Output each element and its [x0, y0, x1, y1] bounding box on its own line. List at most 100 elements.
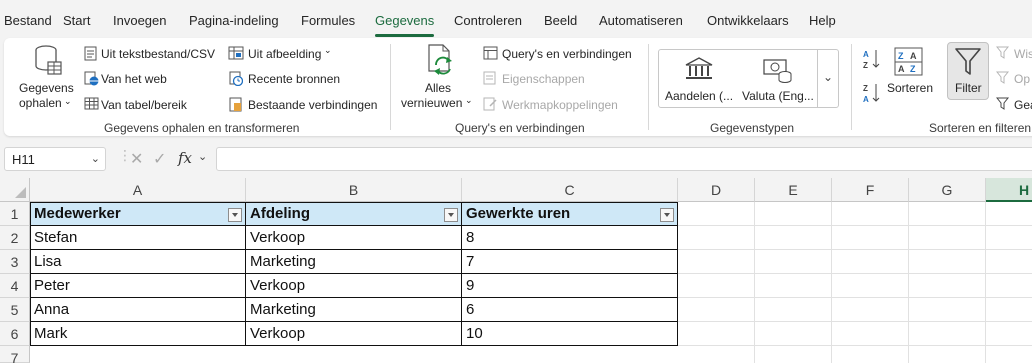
stocks-data-type-button[interactable]: Aandelen (... — [665, 89, 733, 103]
tab-formules[interactable]: Formules — [301, 13, 355, 28]
workbook-links-button[interactable]: Werkmapkoppelingen — [502, 98, 618, 112]
row-header-4[interactable]: 4 — [0, 274, 30, 298]
from-web-button[interactable]: Van het web — [101, 72, 167, 86]
table-cell[interactable]: 10 — [462, 322, 483, 346]
tab-help[interactable]: Help — [809, 13, 836, 28]
column-header-g[interactable]: G — [909, 178, 986, 202]
row-header-5[interactable]: 5 — [0, 298, 30, 322]
table-cell[interactable]: Marketing — [246, 250, 316, 274]
enter-check-icon[interactable]: ✓ — [153, 149, 166, 169]
table-cell[interactable]: Verkoop — [246, 322, 305, 346]
column-header-h[interactable]: H — [986, 178, 1032, 202]
get-data-button-label-1[interactable]: Gegevens — [19, 81, 74, 95]
insert-function-button[interactable]: fx — [178, 149, 192, 167]
excel-window: { "menu": { "tabs": ["Bestand", "Start",… — [0, 0, 1032, 363]
get-transform-group-label: Gegevens ophalen en transformeren — [104, 121, 300, 135]
ribbon: Gegevens ophalen ⌄ Uit tekstbestand/CSV … — [4, 38, 1032, 136]
formula-buttons: ⋮ ✕ ✓ fx ⌄ — [118, 147, 214, 171]
name-box[interactable]: H11 ⌄ — [4, 147, 106, 171]
svg-text:A: A — [910, 51, 917, 61]
properties-icon — [483, 71, 497, 85]
column-header-a[interactable]: A — [30, 178, 246, 202]
existing-connections-button[interactable]: Bestaande verbindingen — [248, 98, 377, 112]
tab-beeld[interactable]: Beeld — [544, 13, 577, 28]
recent-sources-button[interactable]: Recente bronnen — [248, 72, 340, 86]
gallery-expand-button[interactable]: ⌄ — [817, 50, 838, 107]
row-header-2[interactable]: 2 — [0, 226, 30, 250]
reapply-filter-button[interactable]: Op — [1014, 72, 1030, 86]
tab-pagina-indeling[interactable]: Pagina-indeling — [189, 13, 279, 28]
select-all-corner[interactable] — [0, 178, 30, 202]
table-cell[interactable]: 7 — [462, 250, 474, 274]
tab-automatiseren[interactable]: Automatiseren — [599, 13, 683, 28]
queries-group-label: Query's en verbindingen — [455, 121, 585, 135]
advanced-filter-icon — [996, 97, 1010, 110]
existing-connections-icon — [229, 97, 243, 112]
svg-text:A: A — [898, 64, 905, 74]
refresh-all-label-2[interactable]: vernieuwen — [401, 96, 462, 110]
table-border — [30, 249, 678, 250]
table-cell[interactable]: 9 — [462, 274, 474, 298]
row-header-6[interactable]: 6 — [0, 322, 30, 346]
table-cell[interactable]: 8 — [462, 226, 474, 250]
get-data-button-label-2[interactable]: ophalen — [19, 96, 62, 110]
table-cell[interactable]: Peter — [30, 274, 70, 298]
table-header-cell[interactable]: Medewerker — [30, 202, 246, 226]
currencies-data-type-button[interactable]: Valuta (Eng... — [742, 89, 814, 103]
ribbon-separator — [851, 44, 852, 130]
sort-z-a-icon[interactable]: ZA — [862, 82, 882, 104]
from-table-range-button[interactable]: Van tabel/bereik — [101, 98, 187, 112]
table-cell[interactable]: Verkoop — [246, 226, 305, 250]
sort-a-z-icon[interactable]: AZ — [862, 48, 882, 70]
refresh-all-label-1[interactable]: Alles — [425, 81, 451, 95]
table-border — [30, 321, 678, 322]
tab-gegevens[interactable]: Gegevens — [375, 13, 435, 37]
column-header-d[interactable]: D — [678, 178, 755, 202]
table-cell[interactable]: Marketing — [246, 298, 316, 322]
table-cell[interactable]: 6 — [462, 298, 474, 322]
svg-text:Z: Z — [863, 61, 868, 70]
filter-button-label: Filter — [955, 81, 982, 95]
clear-filter-button[interactable]: Wis — [1014, 47, 1032, 61]
formula-input[interactable] — [216, 147, 1032, 171]
from-picture-button[interactable]: Uit afbeelding — [248, 47, 321, 61]
tab-ontwikkelaars[interactable]: Ontwikkelaars — [707, 13, 789, 28]
table-header-cell[interactable]: Afdeling — [246, 202, 462, 226]
advanced-filter-button[interactable]: Gea — [1014, 98, 1032, 112]
table-cell[interactable]: Verkoop — [246, 274, 305, 298]
sort-button[interactable]: Sorteren — [887, 81, 933, 95]
gridline — [908, 202, 909, 363]
properties-button[interactable]: Eigenschappen — [502, 72, 585, 86]
column-header-b[interactable]: B — [246, 178, 462, 202]
table-border — [30, 225, 678, 226]
table-cell[interactable]: Mark — [30, 322, 67, 346]
filter-dropdown-icon[interactable] — [444, 208, 458, 222]
tab-bestand[interactable]: Bestand — [4, 13, 52, 28]
table-cell[interactable]: Stefan — [30, 226, 77, 250]
chevron-down-icon[interactable]: ⌄ — [198, 150, 207, 163]
row-header-3[interactable]: 3 — [0, 250, 30, 274]
table-border — [30, 297, 678, 298]
name-box-value: H11 — [12, 152, 35, 167]
table-cell[interactable]: Lisa — [30, 250, 62, 274]
cancel-icon[interactable]: ✕ — [130, 149, 143, 169]
svg-text:A: A — [863, 50, 869, 59]
tab-start[interactable]: Start — [63, 13, 90, 28]
column-header-e[interactable]: E — [755, 178, 832, 202]
tab-controleren[interactable]: Controleren — [454, 13, 522, 28]
column-header-c[interactable]: C — [462, 178, 678, 202]
table-header-cell[interactable]: Gewerkte uren — [462, 202, 678, 226]
tab-invoegen[interactable]: Invoegen — [113, 13, 167, 28]
gridline — [30, 345, 1032, 346]
clear-filter-icon — [996, 46, 1010, 59]
from-text-csv-button[interactable]: Uit tekstbestand/CSV — [101, 47, 215, 61]
filter-dropdown-icon[interactable] — [228, 208, 242, 222]
row-header-7[interactable]: 7 — [0, 346, 30, 363]
table-cell[interactable]: Anna — [30, 298, 69, 322]
worksheet-grid[interactable]: A B C D E F G H 1 2 3 4 5 6 7 Medewerker… — [0, 178, 1032, 363]
row-header-1[interactable]: 1 — [0, 202, 30, 226]
filter-dropdown-icon[interactable] — [660, 208, 674, 222]
queries-connections-button[interactable]: Query's en verbindingen — [502, 47, 632, 61]
column-header-f[interactable]: F — [832, 178, 909, 202]
chevron-down-icon[interactable]: ⌄ — [91, 152, 100, 165]
